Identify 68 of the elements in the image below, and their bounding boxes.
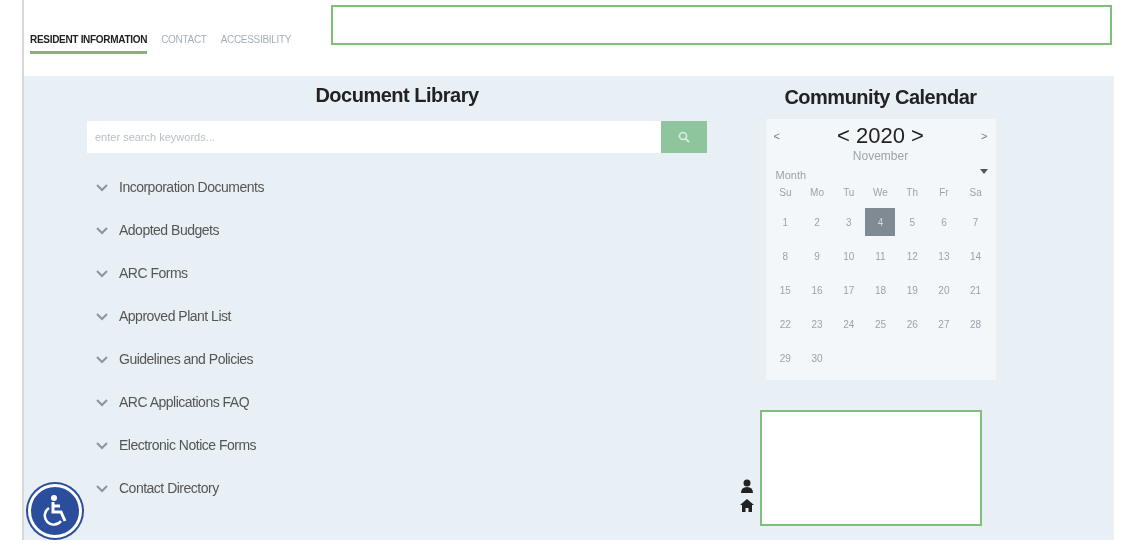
- accordion-item[interactable]: ARC Forms: [95, 261, 707, 284]
- chevron-icon: [95, 482, 109, 493]
- calendar-day[interactable]: 3: [833, 208, 864, 236]
- calendar-day[interactable]: 18: [865, 276, 896, 304]
- calendar-day[interactable]: 29: [770, 344, 801, 372]
- calendar-day[interactable]: 27: [928, 310, 959, 338]
- chevron-icon: [95, 396, 109, 407]
- calendar-day[interactable]: 17: [833, 276, 864, 304]
- calendar-day[interactable]: 20: [928, 276, 959, 304]
- accordion-item[interactable]: Incorporation Documents: [95, 175, 707, 198]
- chevron-icon: [95, 267, 109, 278]
- accordion-item[interactable]: Guidelines and Policies: [95, 347, 707, 370]
- chevron-icon: [95, 181, 109, 192]
- weekday-label: Su: [778, 186, 793, 200]
- calendar-day[interactable]: 11: [865, 242, 896, 270]
- calendar-day[interactable]: 23: [802, 310, 833, 338]
- caret-icon: [979, 169, 988, 174]
- calendar-day[interactable]: 2: [802, 208, 833, 236]
- accordion-item[interactable]: Adopted Budgets: [95, 218, 707, 241]
- chevron-icon: [95, 353, 109, 364]
- weekday-label: Sa: [968, 186, 983, 200]
- nav-tab[interactable]: RESIDENT INFORMATION: [30, 30, 148, 54]
- calendar-day[interactable]: 28: [960, 310, 991, 338]
- calendar-day[interactable]: 1: [770, 208, 801, 236]
- month-label: November: [851, 149, 910, 163]
- chevron-icon: [95, 310, 109, 321]
- calendar-day[interactable]: 8: [770, 242, 801, 270]
- calendar-day[interactable]: 12: [897, 242, 928, 270]
- next-button[interactable]: >: [981, 130, 988, 142]
- home-icon[interactable]: [739, 499, 754, 512]
- weekday-label: Tu: [842, 186, 856, 200]
- accordion-item[interactable]: ARC Applications FAQ: [95, 390, 707, 413]
- calendar-day[interactable]: 10: [833, 242, 864, 270]
- chevron-icon: [95, 439, 109, 450]
- year-label: < 2020 >: [837, 123, 924, 149]
- calendar-day[interactable]: 15: [770, 276, 801, 304]
- weekday-label: Th: [905, 186, 920, 200]
- calendar-day[interactable]: 21: [960, 276, 991, 304]
- accordion-item[interactable]: Electronic Notice Forms: [95, 433, 707, 456]
- calendar-day[interactable]: 14: [960, 242, 991, 270]
- weekday-label: Fr: [938, 186, 950, 200]
- calendar-day[interactable]: 9: [802, 242, 833, 270]
- calendar-day[interactable]: 5: [897, 208, 928, 236]
- calendar-day[interactable]: 24: [833, 310, 864, 338]
- weekday-label: Mo: [809, 186, 825, 200]
- calendar-day[interactable]: 30: [802, 344, 833, 372]
- section-title: Document Library: [314, 84, 480, 107]
- calendar-day[interactable]: 13: [928, 242, 959, 270]
- calendar-day[interactable]: 16: [802, 276, 833, 304]
- search-icon: [678, 131, 690, 143]
- calendar-day[interactable]: 4: [865, 208, 896, 236]
- view-select[interactable]: Month: [765, 163, 996, 183]
- user-icon[interactable]: [739, 479, 754, 493]
- accordion-item[interactable]: Approved Plant List: [95, 304, 707, 327]
- chevron-icon: [95, 224, 109, 235]
- search-field[interactable]: enter search keywords...: [87, 121, 661, 153]
- prev-button[interactable]: <: [773, 130, 780, 142]
- calendar-day[interactable]: 26: [897, 310, 928, 338]
- calendar-day[interactable]: 6: [928, 208, 959, 236]
- nav-tab[interactable]: CONTACT: [161, 30, 207, 54]
- calendar-day[interactable]: 7: [960, 208, 991, 236]
- nav-tab[interactable]: ACCESSIBILITY: [220, 30, 292, 54]
- accordion-item[interactable]: Contact Directory: [95, 476, 707, 499]
- calendar-day[interactable]: 19: [897, 276, 928, 304]
- section-title: Community Calendar: [784, 86, 977, 109]
- calendar-day[interactable]: 22: [770, 310, 801, 338]
- weekday-label: We: [872, 186, 889, 200]
- calendar-day[interactable]: 25: [865, 310, 896, 338]
